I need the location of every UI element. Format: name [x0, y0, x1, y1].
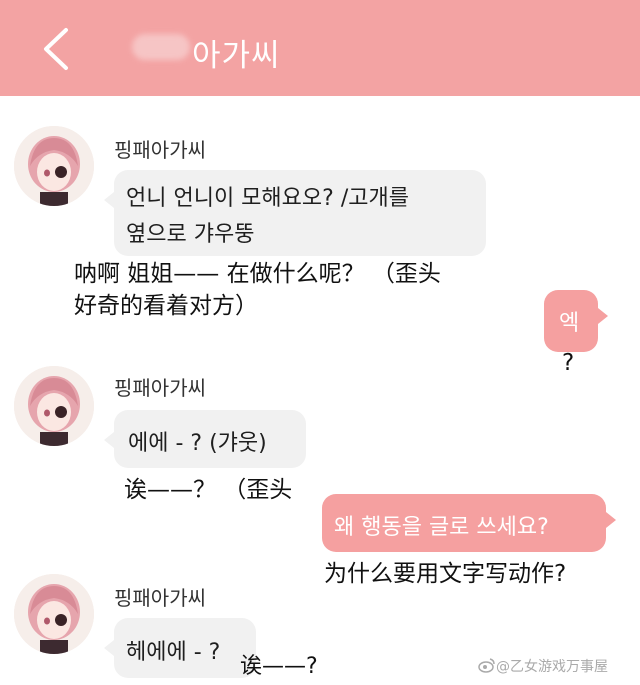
translation-text: 为什么要用文字写动作? — [324, 561, 567, 587]
message-bubble-outgoing[interactable]: 엑 — [544, 290, 608, 352]
message-bubble-incoming[interactable]: 헤에에 - ? — [104, 618, 256, 678]
blurred-name — [132, 34, 190, 60]
translation-text: 呐啊 姐姐—— 在做什么呢？ （歪头 — [74, 261, 441, 287]
message-text-line: 헤에에 - ? — [126, 640, 221, 665]
translation-text: 诶——? — [240, 654, 318, 679]
avatar[interactable] — [14, 126, 94, 206]
sender-name: 핑패아가씨 — [114, 376, 206, 400]
message-text: 엑 — [559, 311, 580, 336]
avatar[interactable] — [14, 574, 94, 654]
watermark: @乙女游戏万事屋 — [496, 659, 608, 675]
translation-text: ? — [562, 350, 575, 376]
message-text-line: 옆으로 갸우뚱 — [126, 222, 255, 247]
chevron-left-icon[interactable] — [36, 26, 76, 72]
translation-text: 诶——？ （歪头 — [124, 477, 293, 503]
message-text-line: 에에 - ? (갸웃) — [128, 431, 267, 456]
avatar[interactable] — [14, 366, 94, 446]
weibo-icon — [478, 658, 495, 673]
message-bubble-incoming[interactable]: 언니 언니이 모해요오? /고개를 옆으로 갸우뚱 — [104, 170, 486, 256]
avatar-image — [14, 366, 94, 446]
chat-title-text: 아가씨 — [192, 38, 281, 74]
sender-name: 핑패아가씨 — [114, 138, 206, 162]
sender-name: 핑패아가씨 — [114, 586, 206, 610]
message-text-line: 언니 언니이 모해요오? /고개를 — [126, 186, 409, 211]
message-text: 왜 행동을 글로 쓰세요? — [334, 515, 549, 540]
avatar-image — [14, 126, 94, 206]
message-bubble-outgoing[interactable]: 왜 행동을 글로 쓰세요? — [322, 494, 616, 552]
chat-header: 아가씨 — [0, 0, 640, 96]
translation-text: 好奇的看着对方） — [74, 293, 258, 319]
message-bubble-incoming[interactable]: 에에 - ? (갸웃) — [104, 410, 306, 468]
avatar-image — [14, 574, 94, 654]
